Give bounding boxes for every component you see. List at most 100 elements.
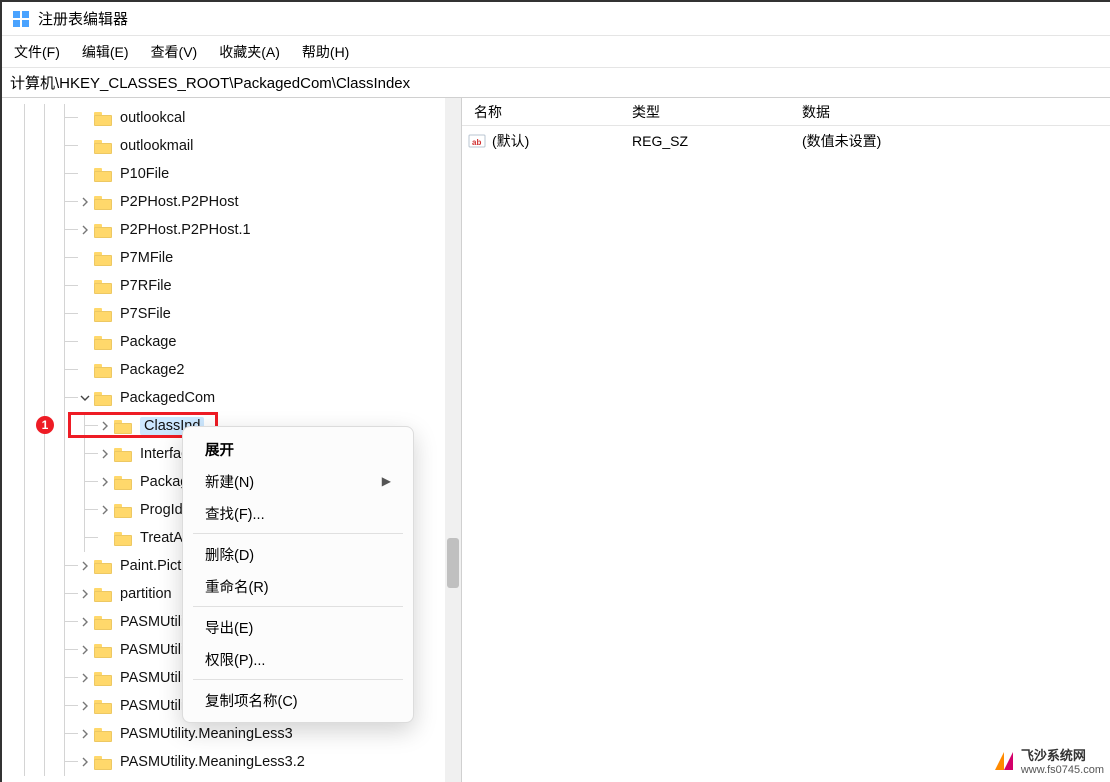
folder-icon — [94, 278, 114, 294]
address-bar[interactable]: 计算机\HKEY_CLASSES_ROOT\PackagedCom\ClassI… — [2, 68, 1110, 98]
tree-item[interactable]: P7SFile — [2, 300, 461, 328]
chevron-right-icon[interactable] — [78, 643, 92, 657]
values-pane: 名称 类型 数据 ab (默认) REG_SZ (数值未设置) — [462, 98, 1110, 782]
menu-bar: 文件(F) 编辑(E) 查看(V) 收藏夹(A) 帮助(H) — [2, 36, 1110, 68]
tree-item[interactable]: P7RFile — [2, 272, 461, 300]
chevron-right-icon[interactable] — [78, 223, 92, 237]
tree-item-label: outlookcal — [120, 110, 185, 126]
chevron-right-icon[interactable] — [78, 195, 92, 209]
tree-item[interactable]: Package2 — [2, 356, 461, 384]
tree-item[interactable]: P10File — [2, 160, 461, 188]
ctx-find[interactable]: 查找(F)... — [183, 497, 413, 529]
tree-item[interactable]: P2PHost.P2PHost — [2, 188, 461, 216]
chevron-right-icon[interactable] — [78, 615, 92, 629]
tree-scrollbar-thumb[interactable] — [447, 538, 459, 588]
chevron-right-icon[interactable] — [98, 475, 112, 489]
main-area: outlookcal outlookmail P10File P2PHost.P2PH… — [2, 98, 1110, 782]
tree-item-label: Package2 — [120, 362, 185, 378]
watermark: 飞沙系统网 www.fs0745.com — [993, 745, 1104, 776]
menu-file[interactable]: 文件(F) — [14, 42, 60, 62]
folder-icon — [94, 250, 114, 266]
folder-icon — [94, 390, 114, 406]
tree-item[interactable]: PASMUtility.MeaningLess3 — [2, 720, 461, 748]
chevron-right-icon[interactable] — [78, 699, 92, 713]
chevron-right-icon[interactable] — [78, 727, 92, 741]
regedit-icon — [12, 10, 30, 28]
folder-icon — [94, 306, 114, 322]
context-menu: 展开 新建(N) ▶ 查找(F)... 删除(D) 重命名(R) 导出(E) 权… — [182, 426, 414, 723]
chevron-right-icon[interactable] — [98, 419, 112, 433]
folder-icon — [94, 166, 114, 182]
value-data: (数值未设置) — [802, 131, 881, 151]
svg-text:ab: ab — [472, 138, 481, 147]
col-header-name[interactable]: 名称 — [462, 102, 632, 122]
tree-item[interactable]: Package — [2, 328, 461, 356]
tree-item-label: Package — [120, 334, 176, 350]
address-path: 计算机\HKEY_CLASSES_ROOT\PackagedCom\ClassI… — [10, 72, 410, 93]
chevron-right-icon[interactable] — [98, 447, 112, 461]
tree-item-label: P10File — [120, 166, 169, 182]
tree-item-label: P7MFile — [120, 250, 173, 266]
folder-icon — [94, 110, 114, 126]
folder-icon — [94, 698, 114, 714]
tree-item-label: partition — [120, 586, 172, 602]
tree-item-label: P2PHost.P2PHost.1 — [120, 222, 251, 238]
chevron-right-icon[interactable] — [78, 587, 92, 601]
folder-icon — [94, 614, 114, 630]
window-title: 注册表编辑器 — [38, 8, 128, 29]
folder-icon — [114, 418, 134, 434]
values-header: 名称 类型 数据 — [462, 98, 1110, 126]
col-header-type[interactable]: 类型 — [632, 102, 802, 122]
ctx-separator — [193, 606, 403, 607]
menu-favorites[interactable]: 收藏夹(A) — [219, 42, 280, 62]
ctx-new[interactable]: 新建(N) ▶ — [183, 465, 413, 497]
tree-item-label: PASMUtility.MeaningLess3.2 — [120, 754, 305, 770]
tree-item-label: P7RFile — [120, 278, 172, 294]
tree-scrollbar[interactable] — [445, 98, 461, 782]
col-header-data[interactable]: 数据 — [802, 102, 1110, 122]
tree-item[interactable]: outlookcal — [2, 104, 461, 132]
chevron-right-icon[interactable] — [78, 671, 92, 685]
tree-item[interactable]: PackagedCom — [2, 384, 461, 412]
chevron-down-icon[interactable] — [78, 391, 92, 405]
watermark-title: 飞沙系统网 — [1021, 745, 1104, 764]
folder-icon — [94, 726, 114, 742]
value-row[interactable]: ab (默认) REG_SZ (数值未设置) — [462, 126, 1110, 156]
tree-item-label: PackagedCom — [120, 390, 215, 406]
folder-icon — [94, 362, 114, 378]
value-type: REG_SZ — [632, 133, 802, 149]
chevron-right-icon[interactable] — [78, 559, 92, 573]
folder-icon — [94, 334, 114, 350]
chevron-right-icon[interactable] — [78, 755, 92, 769]
folder-icon — [94, 222, 114, 238]
chevron-right-icon[interactable] — [98, 503, 112, 517]
string-value-icon: ab — [468, 132, 486, 150]
tree-item-label: P2PHost.P2PHost — [120, 194, 238, 210]
ctx-export[interactable]: 导出(E) — [183, 611, 413, 643]
chevron-right-icon: ▶ — [382, 474, 391, 488]
folder-icon — [94, 558, 114, 574]
folder-icon — [114, 446, 134, 462]
menu-edit[interactable]: 编辑(E) — [82, 42, 129, 62]
tree-item[interactable]: PASMUtility.MeaningLess3.2 — [2, 748, 461, 776]
folder-icon — [94, 754, 114, 770]
ctx-separator — [193, 679, 403, 680]
tree-item-label: outlookmail — [120, 138, 193, 154]
folder-icon — [94, 138, 114, 154]
tree-item[interactable]: P7MFile — [2, 244, 461, 272]
ctx-expand[interactable]: 展开 — [183, 433, 413, 465]
folder-icon — [114, 530, 134, 546]
value-name: (默认) — [492, 131, 632, 151]
ctx-delete[interactable]: 删除(D) — [183, 538, 413, 570]
folder-icon — [94, 194, 114, 210]
watermark-logo-icon — [993, 750, 1015, 772]
menu-help[interactable]: 帮助(H) — [302, 42, 349, 62]
tree-item[interactable]: P2PHost.P2PHost.1 — [2, 216, 461, 244]
folder-icon — [94, 642, 114, 658]
menu-view[interactable]: 查看(V) — [151, 42, 198, 62]
ctx-permissions[interactable]: 权限(P)... — [183, 643, 413, 675]
tree-item[interactable]: outlookmail — [2, 132, 461, 160]
ctx-copy-key-name[interactable]: 复制项名称(C) — [183, 684, 413, 716]
ctx-rename[interactable]: 重命名(R) — [183, 570, 413, 602]
watermark-url: www.fs0745.com — [1021, 764, 1104, 776]
